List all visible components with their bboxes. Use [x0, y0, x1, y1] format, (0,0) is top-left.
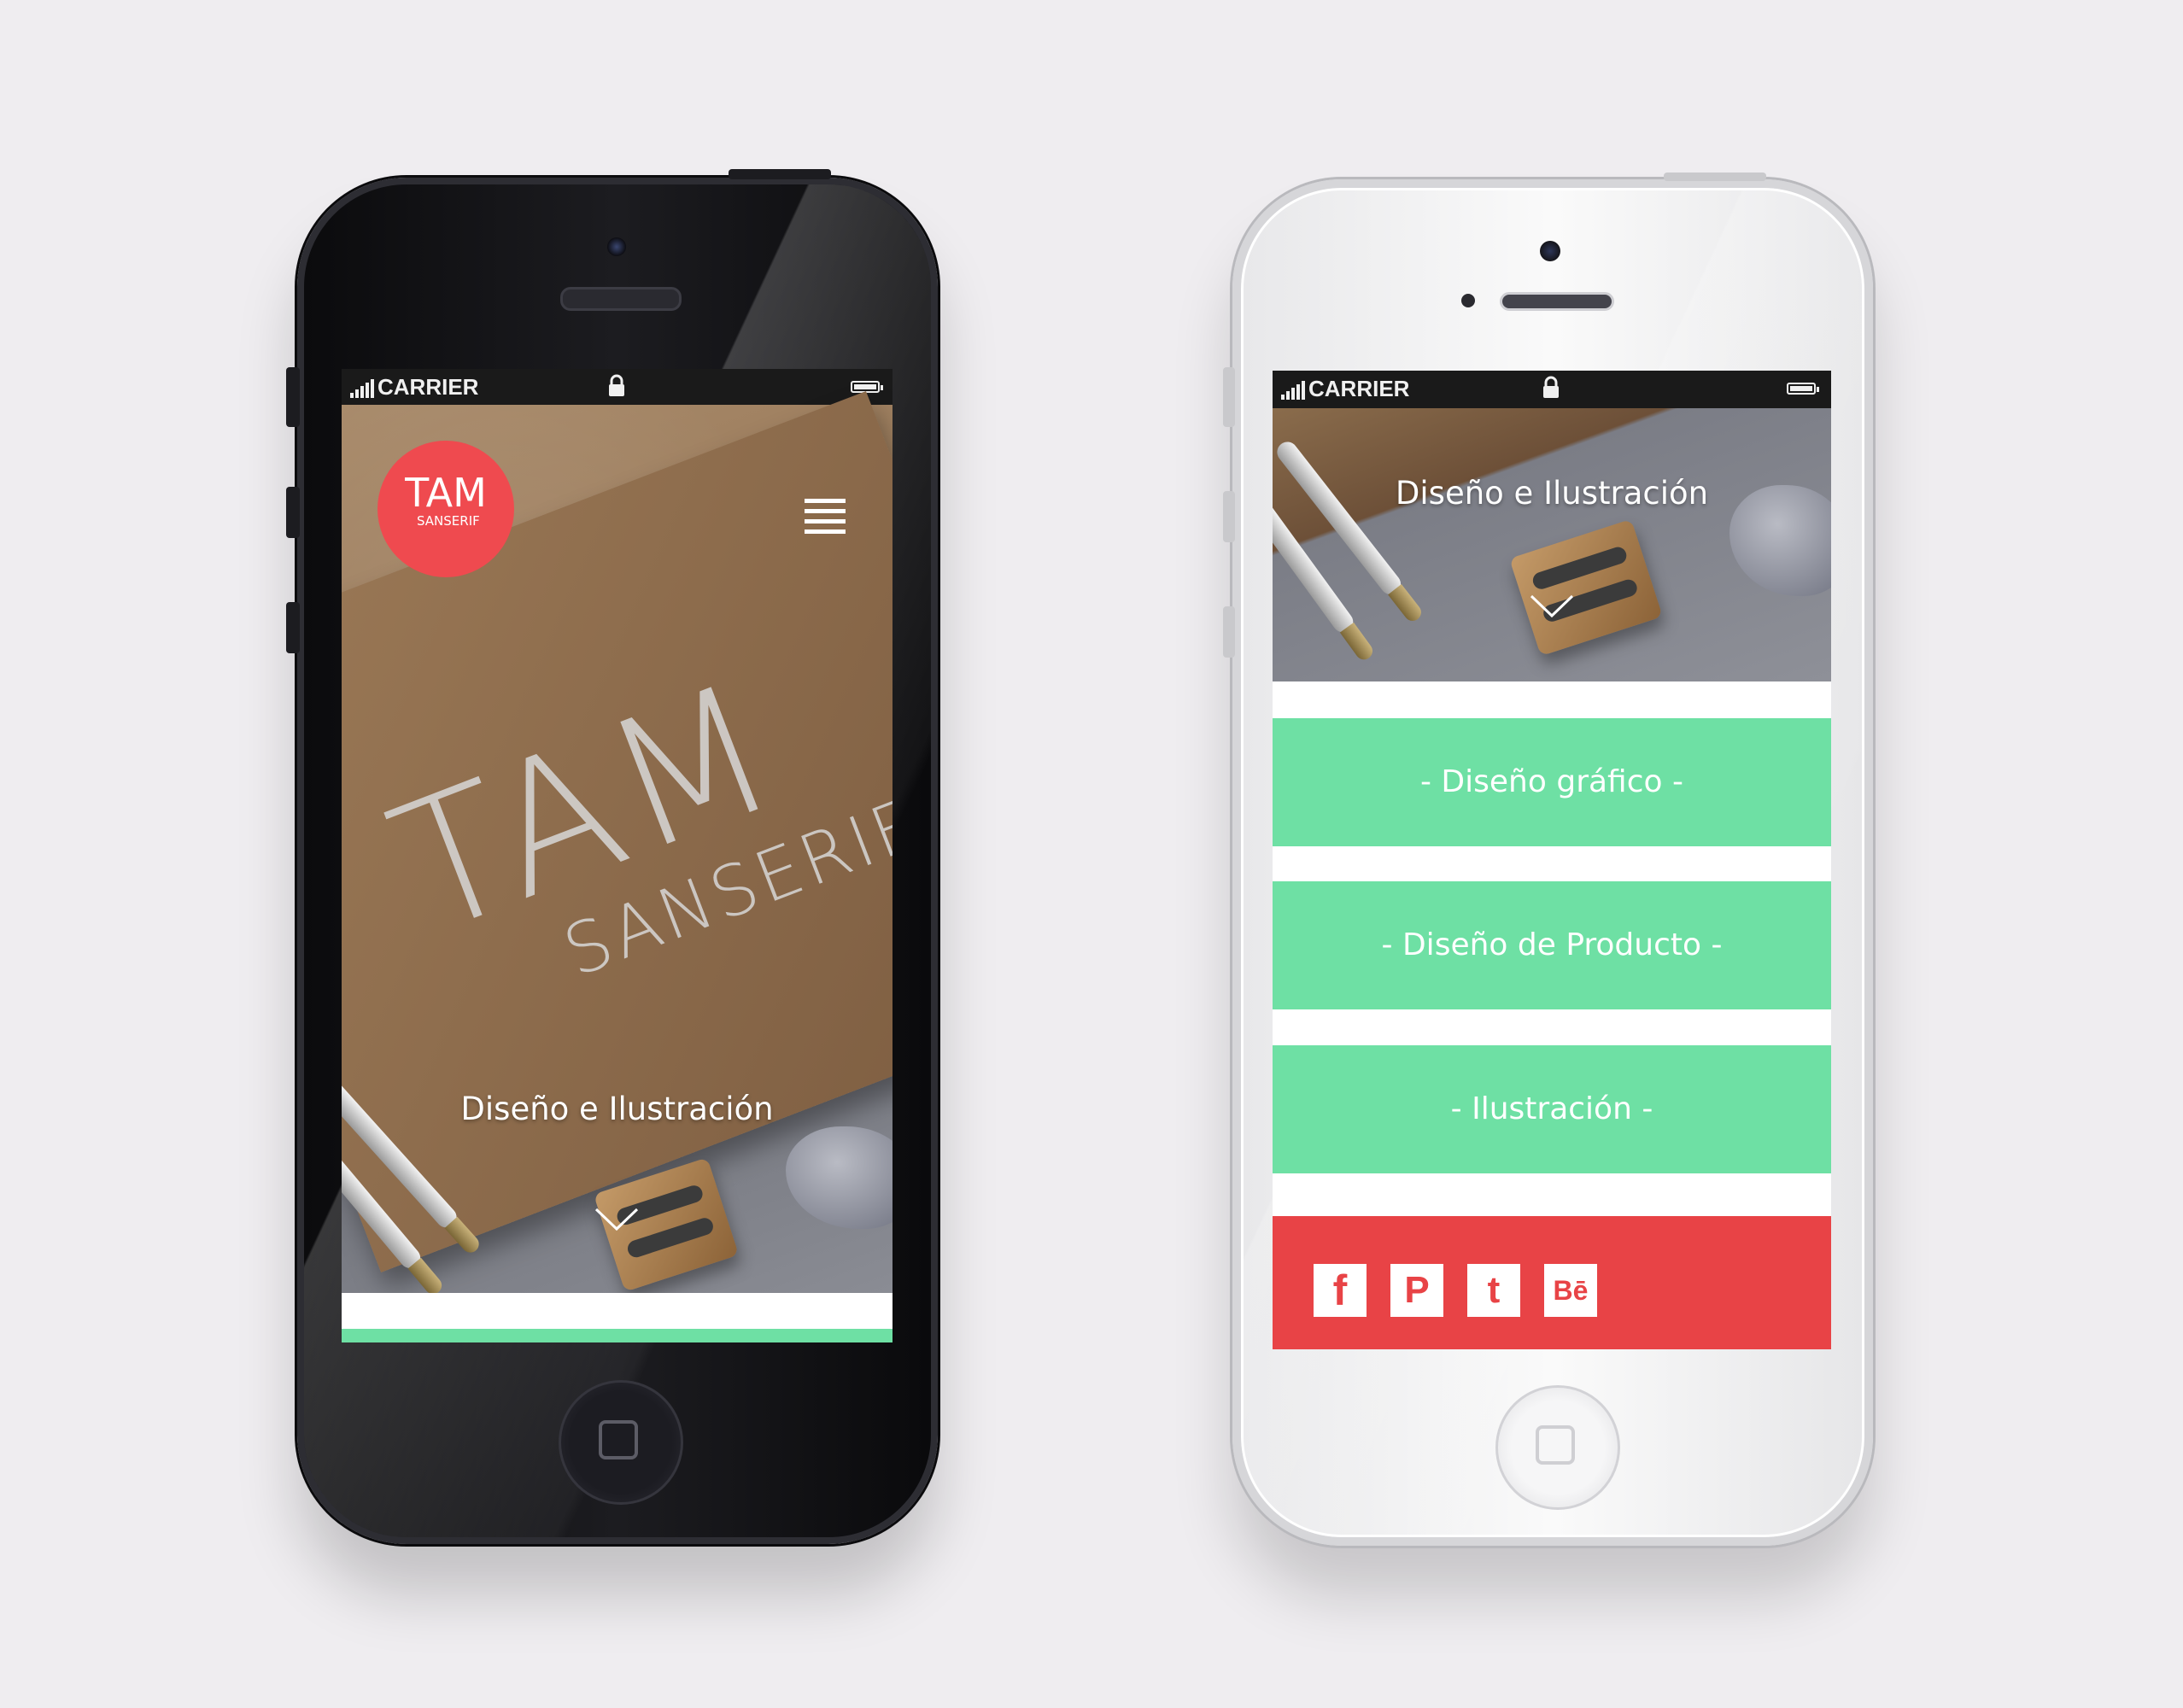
mute-switch	[286, 367, 300, 427]
lock-icon	[609, 374, 624, 396]
white-gap	[342, 1293, 893, 1329]
hero-photo	[1273, 408, 1831, 681]
eraser-decoration	[786, 1126, 893, 1229]
power-button	[1664, 173, 1766, 181]
twitter-icon[interactable]: t	[1467, 1264, 1520, 1317]
hero-headline: Diseño e Ilustración	[1395, 475, 1709, 512]
hero-headline: Diseño e Ilustración	[460, 1091, 774, 1127]
mute-switch	[1223, 367, 1235, 427]
pencil-decoration	[1273, 437, 1425, 625]
earpiece-speaker	[1500, 292, 1614, 311]
volume-down-button	[1223, 606, 1235, 658]
behance-icon[interactable]: Bē	[1544, 1264, 1597, 1317]
menu-item-diseno-grafico[interactable]: - Diseño gráfico -	[1273, 718, 1831, 846]
pinterest-icon[interactable]: P	[1390, 1264, 1443, 1317]
left-screen: CARRIER TAM SANSERIF TAM SANSERIF Diseño…	[342, 369, 893, 1342]
home-button[interactable]	[1495, 1385, 1620, 1510]
home-button[interactable]	[559, 1380, 683, 1505]
sharpener-decoration	[1509, 518, 1663, 657]
volume-up-button	[1223, 491, 1235, 542]
right-screen: CARRIER Diseño e Ilustración - Diseño gr…	[1273, 371, 1831, 1349]
chevron-down-icon[interactable]	[594, 1208, 639, 1231]
carrier-name: CARRIER	[377, 374, 479, 400]
home-square-icon	[599, 1420, 638, 1459]
logo-subtext: SANSERIF	[417, 513, 480, 529]
status-bar: CARRIER	[342, 369, 893, 405]
carrier-name: CARRIER	[1308, 376, 1410, 401]
status-bar: CARRIER	[1273, 371, 1831, 408]
earpiece-speaker	[560, 287, 682, 311]
logo-text: TAM	[405, 470, 487, 516]
menu-item-ilustracion[interactable]: - Ilustración -	[1273, 1045, 1831, 1173]
green-menu-peek	[342, 1329, 893, 1342]
battery-icon	[1787, 383, 1819, 395]
logo-badge[interactable]: TAM SANSERIF	[377, 441, 514, 577]
front-camera	[607, 237, 626, 256]
power-button	[729, 169, 831, 179]
social-footer: f P t Bē	[1273, 1216, 1831, 1349]
hamburger-menu-icon[interactable]	[805, 499, 846, 535]
proximity-sensor	[1461, 294, 1475, 307]
signal-bars-icon	[1281, 377, 1305, 400]
signal-bars-icon	[350, 376, 374, 398]
volume-down-button	[286, 602, 300, 653]
front-camera	[1540, 241, 1560, 261]
volume-up-button	[286, 487, 300, 538]
menu-item-diseno-producto[interactable]: - Diseño de Producto -	[1273, 881, 1831, 1009]
chevron-down-icon[interactable]	[1530, 594, 1574, 618]
facebook-icon[interactable]: f	[1314, 1264, 1367, 1317]
home-square-icon	[1536, 1425, 1575, 1465]
lock-icon	[1543, 376, 1559, 398]
